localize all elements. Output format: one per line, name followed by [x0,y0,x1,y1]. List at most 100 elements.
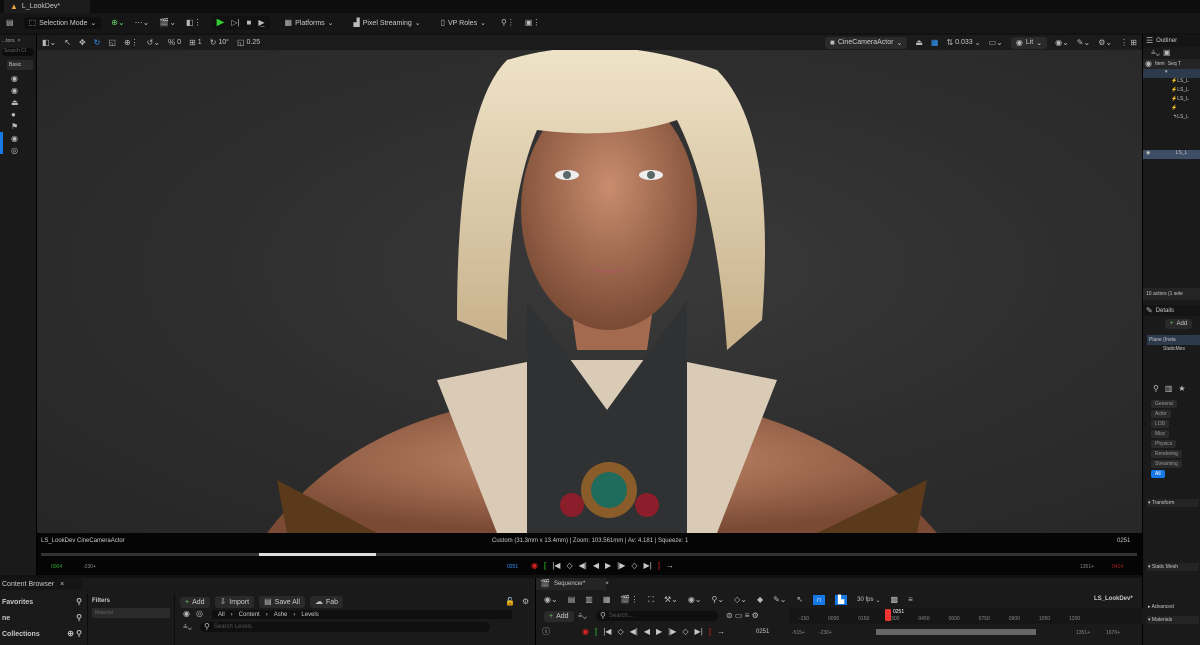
place-actors-search[interactable]: Search Cl [2,48,34,56]
outliner-row[interactable]: ⚡LS_L [1143,96,1200,105]
category-rendering[interactable]: Rendering [1151,450,1183,458]
actor-sphere-icon[interactable]: ◎ [11,147,36,155]
close-icon[interactable]: × [60,581,64,588]
layout-icon[interactable]: ⋮ ⊞ [1120,38,1137,47]
range-end[interactable]: 1670+ [1106,630,1120,636]
visibility-icon[interactable]: ◉ [1146,150,1150,156]
modes-icon[interactable]: ◧⋮ [186,19,202,27]
translate-icon[interactable]: ✥ [79,38,86,47]
step-back-icon[interactable]: ◀| [630,627,638,636]
key-tool-icon[interactable]: ⚒⌄ [664,596,678,604]
content-browser-tab[interactable]: Content Browser × [0,578,82,590]
category-general[interactable]: General [1151,400,1177,408]
section-advanced[interactable]: ▸ Advanced [1147,603,1199,611]
start-frame[interactable]: 0004 [51,564,62,570]
settings-icon[interactable]: ▣⋮ [525,19,541,27]
favorites-section[interactable]: Favorites ⚲ [0,594,86,610]
outliner-row[interactable]: ⚡LS_L [1143,87,1200,96]
details-add-button[interactable]: + Add [1165,319,1193,329]
details-tab[interactable]: ✎ Details [1143,305,1200,316]
step-icon[interactable]: ▷| [231,19,239,27]
performance-icon[interactable]: ✎⌄ [1077,38,1090,47]
breadcrumb-all[interactable]: All [218,612,225,618]
record-icon[interactable]: ◉ [582,627,589,636]
forward-icon[interactable]: ◎ [196,610,203,618]
sequencer-search-input[interactable]: ⚲ Search... [596,611,718,621]
step-back-icon[interactable]: ◀| [579,561,587,570]
world-icon[interactable]: ⊕⋮ [124,38,139,47]
close-icon[interactable]: × [18,38,21,44]
in-marker-icon[interactable]: [ [595,627,597,636]
play-reverse-icon[interactable]: ◀ [593,561,599,570]
go-start-icon[interactable]: |◀ [552,561,560,570]
category-all[interactable]: All [1151,470,1165,478]
component-root[interactable]: Plane (Insta [1147,335,1200,345]
filter-icon[interactable]: ⩮⌄ [1151,49,1160,57]
prev-key-icon[interactable]: ◇ [617,627,623,636]
out-marker-icon[interactable]: ] [709,627,711,636]
breadcrumb-levels[interactable]: Levels [301,612,318,618]
view-range-fill[interactable] [259,553,376,556]
step-forward-icon[interactable]: |▶ [668,627,676,636]
play-reverse-icon[interactable]: ◀ [644,627,650,636]
category-actor[interactable]: Actor [1151,410,1171,418]
pen-icon[interactable]: ✎⌄ [773,596,786,604]
screen-percentage-icon[interactable]: ▭⌄ [989,38,1003,47]
go-start-icon[interactable]: |◀ [603,627,611,636]
search-icon[interactable]: ⚲ [76,598,82,606]
prev-key-icon[interactable]: ◇ [566,561,572,570]
settings-icon[interactable]: ⚙ [522,598,529,606]
import-button[interactable]: ⇩ Import [214,596,255,608]
level-viewport[interactable] [37,50,1142,533]
search-levels-input[interactable]: ⚲ Search Levels [200,622,490,632]
outliner-row[interactable]: ⚡LS_L [1143,78,1200,87]
tree-icon[interactable]: ≡ [908,596,913,604]
eject-camera-icon[interactable]: ⏏ [915,38,923,47]
section-materials[interactable]: ▾ Materials [1147,616,1199,624]
star-icon[interactable]: ★ [1178,385,1185,393]
loop-icon[interactable]: → [717,627,725,636]
settings-gear-icon[interactable]: ⚙⌄ [1098,38,1112,47]
sequencer-current-frame[interactable]: 0251 [756,629,769,635]
current-frame[interactable]: 0251 [507,564,518,570]
filter-material[interactable]: Material [92,608,170,618]
view-end[interactable]: 1351+ [1080,564,1094,570]
grid-snap-toggle[interactable]: ⊞ 1 [189,38,202,47]
category-misc[interactable]: Misc [1151,430,1170,438]
component-static-mesh[interactable]: StaticMes [1163,346,1185,352]
section-transform[interactable]: ▾ Transform [1147,499,1199,507]
view-range-scrollbar[interactable] [876,629,1036,635]
render-icon[interactable]: ▦ [603,596,611,604]
loop-icon[interactable]: → [666,561,674,570]
pixel-streaming-button[interactable]: ▟ Pixel Streaming ⌄ [349,17,426,29]
show-icon[interactable]: ◉⌄ [1055,38,1069,47]
outliner-row-folder[interactable]: ▾ [1143,69,1200,78]
stop-icon[interactable]: ■ [247,19,252,27]
pilot-icon[interactable]: ▦ [931,38,939,47]
range-start[interactable]: -515+ [792,630,805,636]
cinematics-icon[interactable]: 🎬⌄ [159,19,176,27]
camera-speed[interactable]: ⇅ 0.033 ⌄ [946,38,980,47]
breadcrumb-ashe[interactable]: Ashe [274,612,288,618]
sequence-name[interactable]: LS_LookDev* [1094,596,1133,602]
actor-light-icon[interactable]: ● [11,111,36,119]
fps-dropdown[interactable]: 30 fps ⌄ [857,597,880,604]
close-icon[interactable]: × [605,581,609,587]
diamond-icon[interactable]: ◆ [757,596,763,604]
surface-snap-icon[interactable]: ↺⌄ [147,38,160,47]
outliner-row[interactable]: ↰LS_L [1143,114,1200,123]
view-icon[interactable]: ◉⌄ [688,596,702,604]
col-seq[interactable]: Seq T [1168,61,1181,67]
col-item[interactable]: Item [1155,61,1165,67]
playhead[interactable] [885,609,891,621]
actor-character-icon[interactable]: ◉ [11,87,36,95]
source-control-icon[interactable]: ⚲⋮ [501,19,515,27]
camera-dropdown[interactable]: ■ CineCameraActor ⌄ [824,36,908,49]
scale-icon[interactable]: ◱ [108,38,116,47]
autokey-icon[interactable]: ⚲⌄ [712,596,725,604]
breadcrumb-content[interactable]: Content [239,612,260,618]
actor-empty-icon[interactable]: ◉ [11,75,36,83]
snap-angle[interactable]: % 0 [168,38,181,47]
step-forward-icon[interactable]: |▶ [617,561,625,570]
filter-icon[interactable]: ⩮⌄ [578,612,587,620]
